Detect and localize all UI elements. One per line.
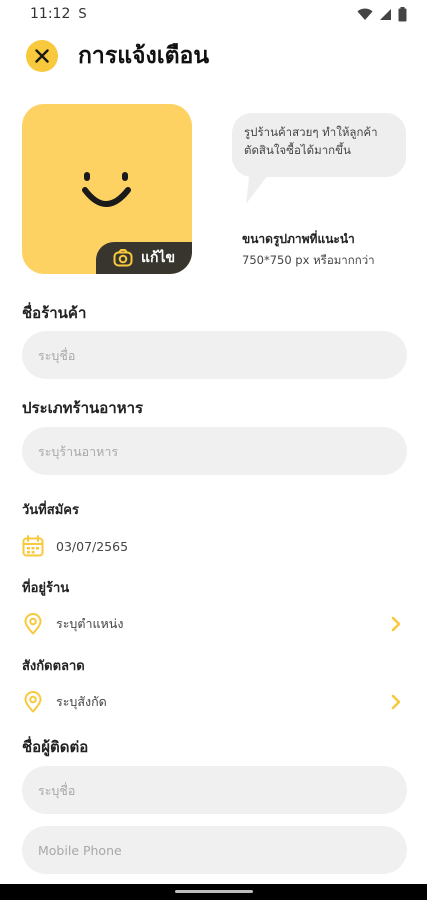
edit-photo-button[interactable]: แก้ไข <box>96 242 192 274</box>
status-bar: 11:12 S <box>0 0 427 28</box>
register-date-row[interactable]: 03/07/2565 <box>22 531 407 561</box>
status-time: 11:12 <box>30 6 71 22</box>
wifi-icon <box>357 8 373 20</box>
bubble-tail <box>246 170 272 204</box>
contact-name-input[interactable] <box>22 766 407 814</box>
calendar-icon <box>22 535 44 557</box>
header: การแจ้งเตือน <box>0 36 427 76</box>
sim-icon: S <box>78 6 87 22</box>
register-date-value: 03/07/2565 <box>56 538 129 554</box>
address-row[interactable]: ระบุตำแหน่ง <box>22 609 407 639</box>
affiliation-label: สังกัดตลาด <box>22 659 85 674</box>
contact-label: ชื่อผู้ติดต่อ <box>22 738 89 756</box>
mobile-phone-input[interactable] <box>22 826 407 874</box>
tip-bubble: รูปร้านค้าสวยๆ ทำให้ลูกค้าตัดสินใจซื้อได… <box>232 113 406 177</box>
close-button[interactable] <box>26 40 58 72</box>
affiliation-placeholder: ระบุสังกัด <box>56 694 107 709</box>
address-placeholder: ระบุตำแหน่ง <box>56 616 124 631</box>
store-photo[interactable]: แก้ไข <box>22 104 192 274</box>
battery-icon <box>398 6 407 21</box>
affiliation-row[interactable]: ระบุสังกัด <box>22 687 407 717</box>
location-pin-icon <box>24 613 42 635</box>
chevron-right-icon <box>391 694 401 710</box>
home-indicator[interactable] <box>175 890 253 893</box>
address-label: ที่อยู่ร้าน <box>22 581 70 596</box>
page-title: การแจ้งเตือน <box>78 43 210 69</box>
camera-icon <box>113 249 133 267</box>
location-pin-icon <box>24 691 42 713</box>
store-name-input[interactable] <box>22 331 407 379</box>
store-name-label: ชื่อร้านค้า <box>22 304 87 322</box>
store-type-label: ประเภทร้านอาหาร <box>22 399 144 417</box>
signal-icon <box>380 8 391 20</box>
smiley-logo <box>82 172 131 207</box>
tip-text: รูปร้านค้าสวยๆ ทำให้ลูกค้าตัดสินใจซื้อได… <box>244 125 378 157</box>
photo-size-value: 750*750 px หรือมากกว่า <box>242 253 375 267</box>
edit-photo-label: แก้ไข <box>140 250 176 266</box>
register-date-label: วันที่สมัคร <box>22 503 79 518</box>
chevron-right-icon <box>391 616 401 632</box>
store-type-input[interactable] <box>22 427 407 475</box>
photo-size-title: ขนาดรูปภาพที่แนะนำ <box>242 232 355 246</box>
close-icon <box>35 49 49 63</box>
